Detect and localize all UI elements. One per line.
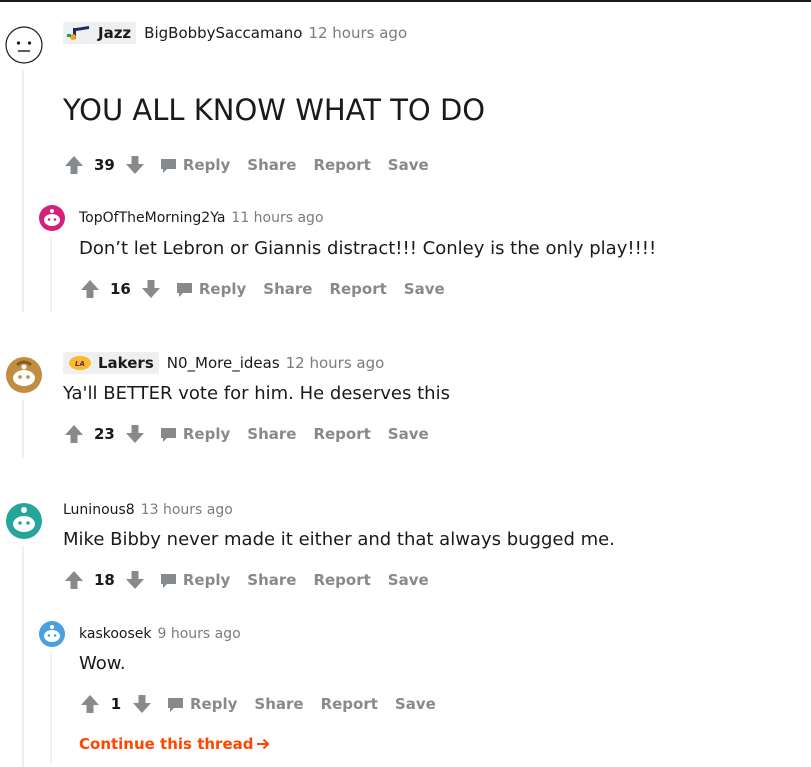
share-button[interactable]: Share [254, 695, 303, 713]
vote-score: 39 [94, 156, 115, 174]
save-button[interactable]: Save [388, 156, 429, 174]
comment-body: Don’t let Lebron or Giannis distract!!! … [79, 238, 657, 259]
thread-line[interactable] [50, 652, 52, 764]
continue-thread-label: Continue this thread [79, 735, 254, 753]
upvote-arrow-icon[interactable] [79, 693, 101, 715]
timestamp[interactable]: 11 hours ago [231, 210, 323, 226]
comment-body: Wow. [79, 653, 126, 674]
user-avatar-icon[interactable] [5, 356, 43, 394]
comment-bubble-icon [160, 158, 176, 173]
downvote-arrow-icon[interactable] [124, 569, 146, 591]
continue-thread-link[interactable]: Continue this thread [79, 735, 270, 753]
save-button[interactable]: Save [388, 571, 429, 589]
user-flair: LA Lakers [63, 352, 159, 374]
user-avatar-icon[interactable] [38, 204, 66, 232]
report-button[interactable]: Report [313, 571, 370, 589]
comment-bubble-icon [160, 573, 176, 588]
save-button[interactable]: Save [404, 280, 445, 298]
timestamp[interactable]: 13 hours ago [141, 502, 233, 518]
downvote-arrow-icon[interactable] [124, 154, 146, 176]
share-button[interactable]: Share [263, 280, 312, 298]
downvote-arrow-icon[interactable] [124, 423, 146, 445]
thread-line[interactable] [22, 70, 24, 312]
lakers-logo-icon: LA [69, 356, 91, 370]
report-button[interactable]: Report [313, 425, 370, 443]
username[interactable]: BigBobbySaccamano [144, 24, 302, 42]
flair-label: Lakers [98, 354, 154, 372]
arrow-right-icon [257, 738, 270, 750]
user-flair: Jazz [63, 22, 137, 44]
user-avatar-icon[interactable] [38, 620, 66, 648]
jazz-logo-icon [67, 26, 89, 40]
report-button[interactable]: Report [329, 280, 386, 298]
reply-button[interactable]: Reply [160, 425, 230, 443]
timestamp[interactable]: 12 hours ago [308, 24, 407, 42]
timestamp[interactable]: 12 hours ago [286, 354, 385, 372]
share-button[interactable]: Share [247, 571, 296, 589]
reply-label: Reply [182, 425, 231, 443]
reply-button[interactable]: Reply [167, 695, 237, 713]
comment-bubble-icon [160, 427, 176, 442]
reply-label: Reply [182, 571, 231, 589]
thread-line[interactable] [22, 546, 24, 767]
downvote-arrow-icon[interactable] [131, 693, 153, 715]
username[interactable]: kaskoosek [79, 626, 152, 642]
upvote-arrow-icon[interactable] [63, 569, 85, 591]
vote-score: 1 [110, 695, 122, 713]
report-button[interactable]: Report [321, 695, 378, 713]
report-button[interactable]: Report [313, 156, 370, 174]
thread-line[interactable] [50, 238, 52, 312]
comment-body: Ya'll BETTER vote for him. He deserves t… [63, 383, 450, 404]
username[interactable]: Luninous8 [63, 502, 135, 518]
reply-label: Reply [182, 156, 231, 174]
reply-button[interactable]: Reply [176, 280, 246, 298]
vote-score: 16 [110, 280, 131, 298]
user-avatar-icon[interactable] [5, 502, 43, 540]
comment-bubble-icon [168, 697, 183, 712]
save-button[interactable]: Save [395, 695, 436, 713]
upvote-arrow-icon[interactable] [63, 154, 85, 176]
save-button[interactable]: Save [388, 425, 429, 443]
comment-bubble-icon [176, 282, 192, 297]
upvote-arrow-icon[interactable] [63, 423, 85, 445]
svg-text:LA: LA [75, 360, 85, 368]
share-button[interactable]: Share [247, 156, 296, 174]
username[interactable]: TopOfTheMorning2Ya [79, 210, 225, 226]
username[interactable]: N0_More_ideas [167, 354, 280, 372]
comment-body: YOU ALL KNOW WHAT TO DO [63, 93, 486, 127]
user-avatar-icon[interactable] [5, 26, 43, 64]
share-button[interactable]: Share [247, 425, 296, 443]
thread-line[interactable] [22, 400, 24, 458]
reply-label: Reply [190, 695, 238, 713]
vote-score: 23 [94, 425, 115, 443]
vote-score: 18 [94, 571, 115, 589]
reply-button[interactable]: Reply [160, 156, 230, 174]
downvote-arrow-icon[interactable] [140, 278, 162, 300]
flair-label: Jazz [98, 24, 132, 42]
reply-label: Reply [198, 280, 247, 298]
reply-button[interactable]: Reply [160, 571, 230, 589]
upvote-arrow-icon[interactable] [79, 278, 101, 300]
timestamp[interactable]: 9 hours ago [158, 626, 241, 642]
comment-body: Mike Bibby never made it either and that… [63, 529, 615, 550]
